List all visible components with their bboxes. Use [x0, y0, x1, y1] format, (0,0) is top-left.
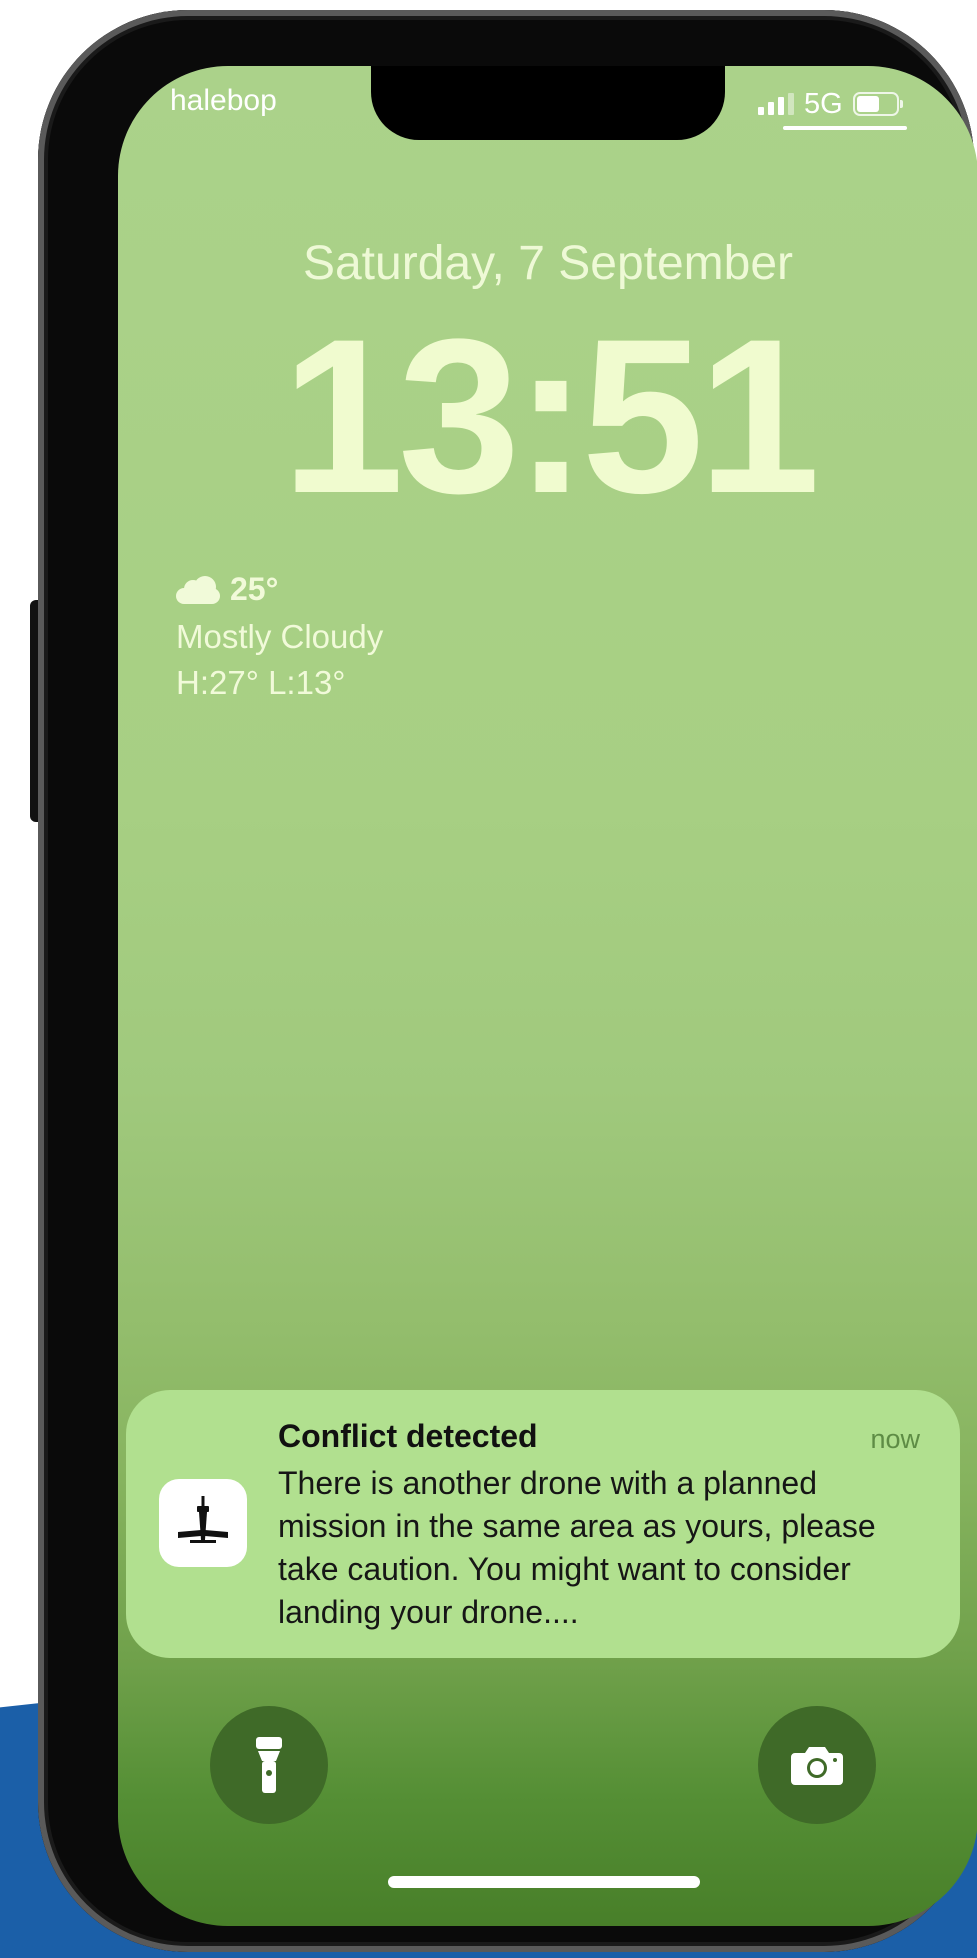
status-icons: 5G	[758, 86, 903, 122]
phone-frame: halebop 5G Saturday, 7 September 13:51 2…	[38, 10, 977, 1952]
camera-button[interactable]	[758, 1706, 876, 1824]
home-indicator[interactable]	[388, 1876, 700, 1888]
weather-condition: Mostly Cloudy	[176, 618, 384, 655]
weather-widget[interactable]: 25° Mostly Cloudy H:27° L:13°	[176, 571, 383, 702]
lock-screen: halebop 5G Saturday, 7 September 13:51 2…	[118, 66, 977, 1926]
camera-icon	[791, 1747, 843, 1785]
weather-current: 25°	[176, 571, 383, 608]
drone-app-icon	[159, 1479, 247, 1567]
notification-time: now	[870, 1424, 920, 1454]
carrier-label: halebop	[170, 84, 277, 117]
notification-card[interactable]: Conflict detected now There is another d…	[126, 1390, 960, 1658]
notch	[371, 66, 725, 140]
flashlight-icon	[256, 1737, 282, 1793]
drone-tower-icon	[178, 1496, 228, 1543]
weather-temperature: 25°	[230, 571, 279, 607]
network-label: 5G	[804, 87, 843, 120]
signal-icon	[758, 93, 794, 115]
flashlight-button[interactable]	[210, 1706, 328, 1824]
battery-icon	[852, 92, 903, 116]
notification-body: There is another drone with a planned mi…	[278, 1465, 876, 1630]
lock-time: 13:51	[281, 293, 821, 539]
weather-high-low: H:27° L:13°	[176, 664, 346, 701]
notification-title: Conflict detected	[278, 1418, 538, 1454]
control-center-indicator[interactable]	[783, 126, 907, 130]
lock-date: Saturday, 7 September	[302, 237, 794, 290]
cloud-icon	[176, 575, 220, 604]
